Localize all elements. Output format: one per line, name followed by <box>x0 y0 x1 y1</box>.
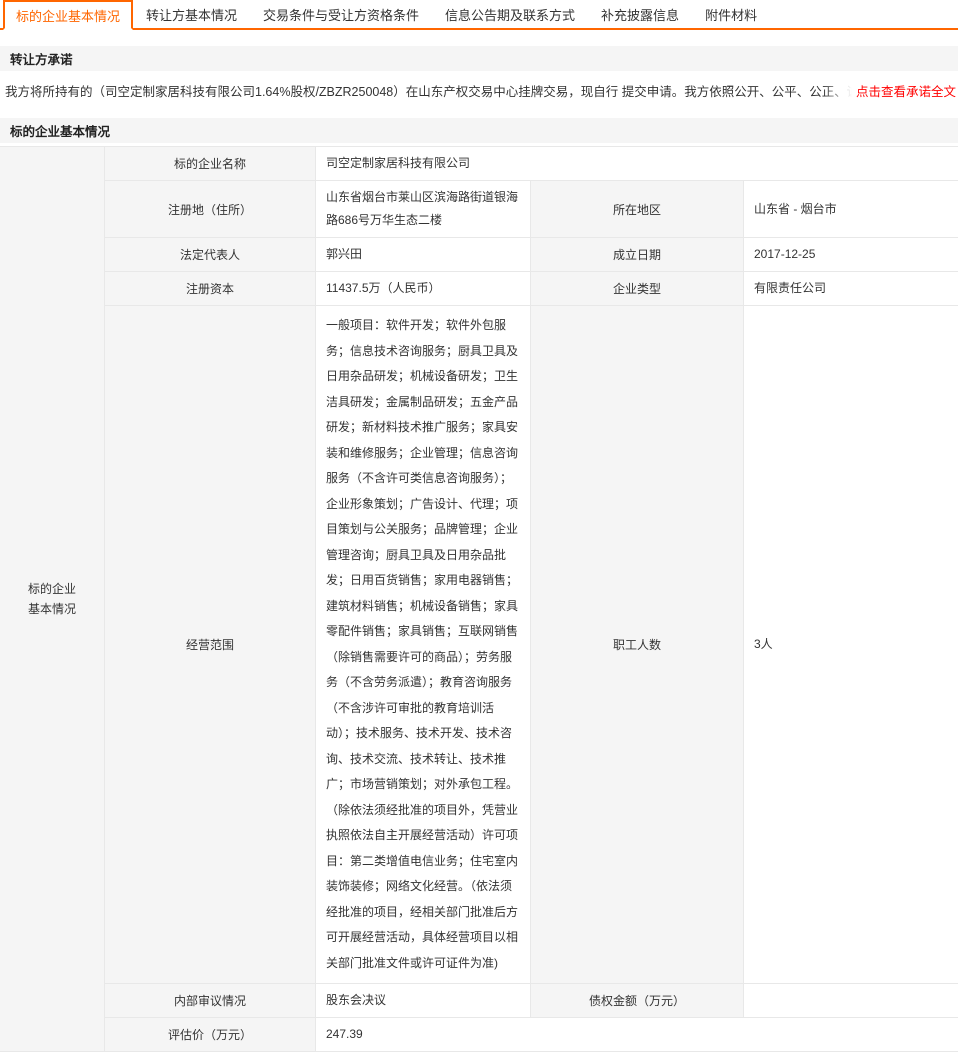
debt-amount-label: 债权金额（万元） <box>531 984 743 1017</box>
registered-capital-label: 注册资本 <box>105 272 315 305</box>
section-title-transferor-promise: 转让方承诺 <box>0 46 958 71</box>
legal-representative-value: 郭兴田 <box>316 238 530 271</box>
tab-target-enterprise-basic-info[interactable]: 标的企业基本情况 <box>3 0 133 30</box>
promise-text: 我方将所持有的（司空定制家居科技有限公司1.64%股权/ZBZR250048）在… <box>5 81 858 100</box>
establishment-date-value: 2017-12-25 <box>744 238 958 271</box>
registered-capital-value: 11437.5万（人民币） <box>316 272 530 305</box>
registered-address-label: 注册地（住所） <box>105 181 315 237</box>
tab-bar: 标的企业基本情况 转让方基本情况 交易条件与受让方资格条件 信息公告期及联系方式… <box>0 0 958 30</box>
enterprise-type-value: 有限责任公司 <box>744 272 958 305</box>
appraised-value-label: 评估价（万元） <box>105 1018 315 1051</box>
tab-attachments[interactable]: 附件材料 <box>692 0 770 28</box>
tab-announcement-contact[interactable]: 信息公告期及联系方式 <box>432 0 588 28</box>
enterprise-info-table: 标的企业 基本情况 标的企业名称 司空定制家居科技有限公司 注册地（住所） 山东… <box>0 146 958 1052</box>
view-full-promise-link[interactable]: 点击查看承诺全文 <box>824 81 956 100</box>
tab-transferor-basic-info[interactable]: 转让方基本情况 <box>133 0 250 28</box>
staff-count-label: 职工人数 <box>531 306 743 983</box>
staff-count-value: 3人 <box>744 306 958 983</box>
enterprise-name-value: 司空定制家居科技有限公司 <box>316 147 958 180</box>
internal-review-value: 股东会决议 <box>316 984 530 1017</box>
appraised-value-value: 247.39 <box>316 1018 958 1051</box>
legal-representative-label: 法定代表人 <box>105 238 315 271</box>
enterprise-type-label: 企业类型 <box>531 272 743 305</box>
region-label: 所在地区 <box>531 181 743 237</box>
business-scope-value: 一般项目：软件开发；软件外包服务；信息技术咨询服务；厨具卫具及日用杂品研发；机械… <box>316 306 530 983</box>
table-row-group-header: 标的企业 基本情况 <box>0 147 104 1051</box>
business-scope-label: 经营范围 <box>105 306 315 983</box>
enterprise-name-label: 标的企业名称 <box>105 147 315 180</box>
debt-amount-value <box>744 984 958 1017</box>
tab-supplementary-disclosure[interactable]: 补充披露信息 <box>588 0 692 28</box>
internal-review-label: 内部审议情况 <box>105 984 315 1017</box>
registered-address-value: 山东省烟台市莱山区滨海路街道银海路686号万华生态二楼 <box>316 181 530 237</box>
tab-trade-conditions[interactable]: 交易条件与受让方资格条件 <box>250 0 432 28</box>
establishment-date-label: 成立日期 <box>531 238 743 271</box>
promise-paragraph-row: 我方将所持有的（司空定制家居科技有限公司1.64%股权/ZBZR250048）在… <box>0 71 958 109</box>
section-title-enterprise-basic-info: 标的企业基本情况 <box>0 118 958 143</box>
region-value: 山东省 - 烟台市 <box>744 181 958 237</box>
